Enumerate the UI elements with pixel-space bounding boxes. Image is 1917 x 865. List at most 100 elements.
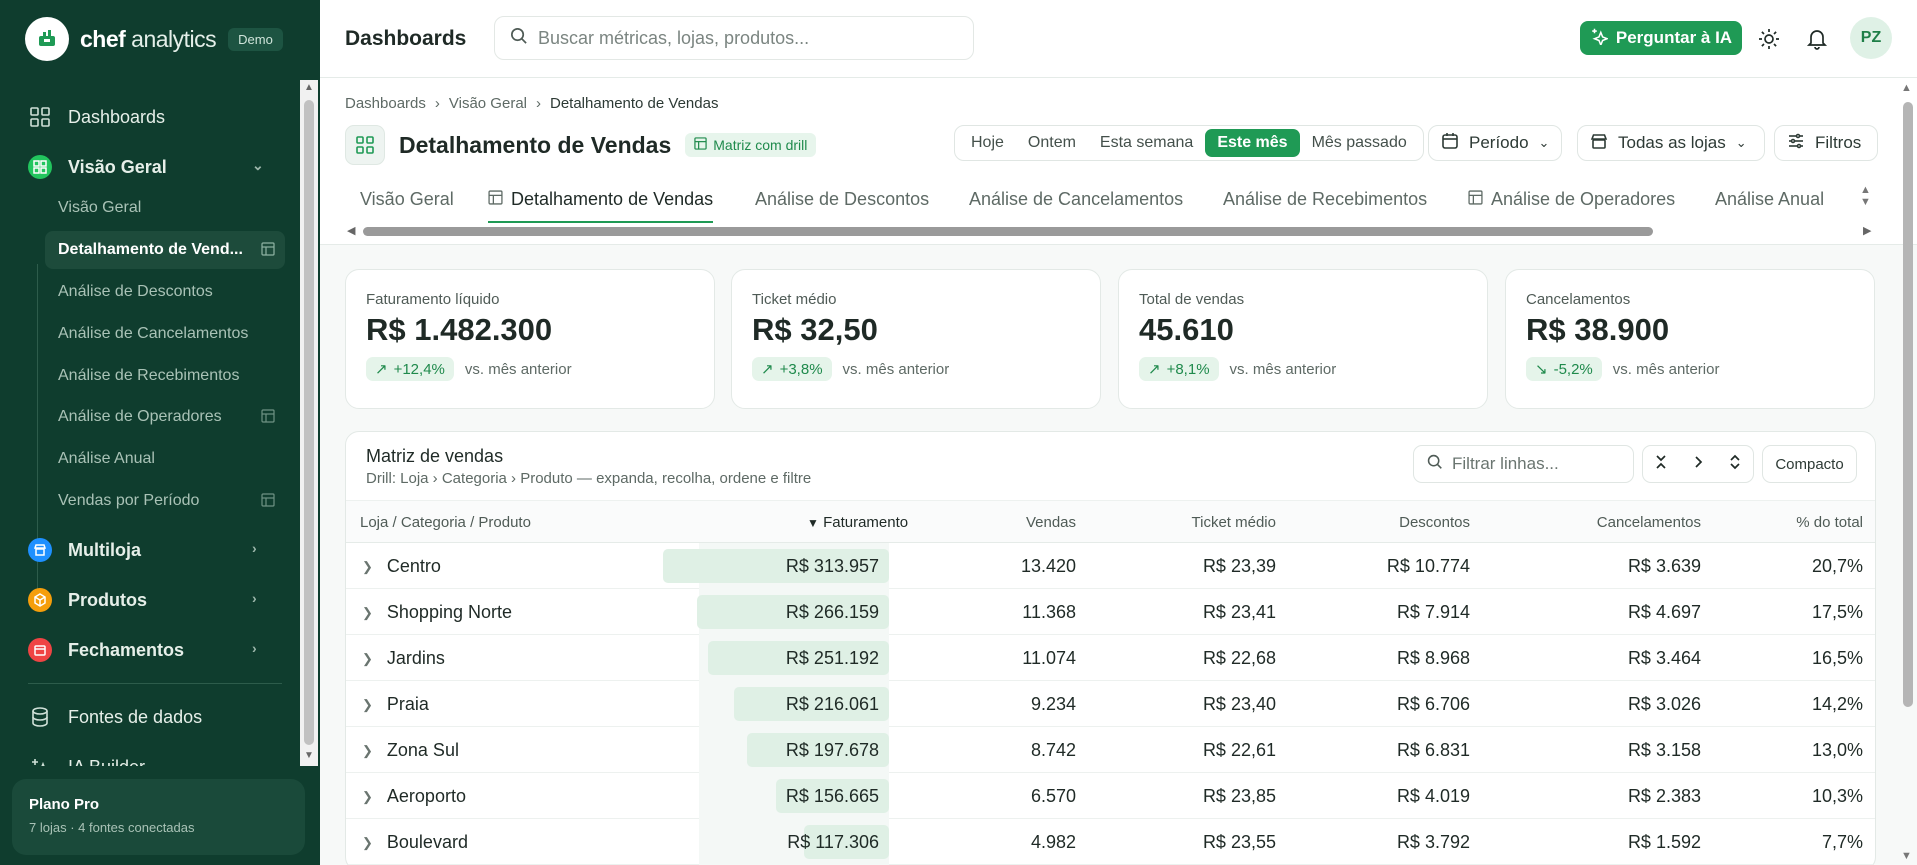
sidebar-subitem-visao-geral[interactable]: Visão Geral — [45, 189, 285, 227]
tab-cancelamentos[interactable]: Análise de Cancelamentos — [969, 176, 1183, 222]
user-avatar[interactable]: PZ — [1850, 17, 1892, 59]
scroll-up-icon[interactable]: ▲ — [304, 82, 314, 93]
demo-badge: Demo — [228, 27, 283, 51]
period-this-month[interactable]: Este mês — [1205, 129, 1300, 157]
tab-anual[interactable]: Análise Anual — [1715, 176, 1824, 222]
nav-label: Produtos — [68, 589, 147, 610]
scroll-down-icon[interactable]: ▼ — [1901, 850, 1912, 862]
expand-all-icon[interactable] — [1727, 454, 1743, 475]
tab-operadores[interactable]: Análise de Operadores — [1468, 176, 1675, 222]
tabs-scroll-arrows[interactable]: ▲ ▼ — [1860, 184, 1871, 208]
row-name-cell[interactable]: ❯ Centro — [362, 556, 441, 577]
nav-item-fechamentos[interactable]: Fechamentos › — [28, 630, 257, 670]
compact-button[interactable]: Compacto — [1762, 445, 1857, 483]
table-row[interactable]: ❯ Praia R$ 216.061 9.234 R$ 23,40 R$ 6.706 R$ … — [346, 681, 1875, 727]
breadcrumb-item[interactable]: Dashboards — [345, 95, 426, 112]
brand[interactable]: chef analytics Demo — [25, 17, 283, 61]
scrollbar-thumb[interactable] — [363, 227, 1653, 236]
nav-item-fontes[interactable]: Fontes de dados — [28, 697, 202, 737]
col-header-vendas[interactable]: Vendas — [1026, 514, 1076, 531]
kpi-delta-badge: ↗ +3,8% — [752, 357, 832, 381]
scroll-right-icon[interactable]: ▶ — [1863, 224, 1871, 237]
matrix-subtitle: Drill: Loja › Categoria › Produto — expa… — [366, 470, 812, 487]
table-row[interactable]: ❯ Zona Sul R$ 197.678 8.742 R$ 22,61 R$ 6.831… — [346, 727, 1875, 773]
global-search[interactable] — [494, 16, 974, 60]
search-input[interactable] — [538, 27, 958, 49]
period-last-month[interactable]: Mês passado — [1300, 129, 1419, 157]
sidebar-scrollbar[interactable]: ▲ ▼ — [300, 80, 318, 766]
scroll-left-icon[interactable]: ◀ — [347, 224, 355, 237]
cell-faturamento: R$ 251.192 — [785, 648, 879, 668]
nav-item-dashboards[interactable]: Dashboards — [28, 97, 165, 137]
period-dropdown[interactable]: Período ⌄ — [1428, 125, 1562, 161]
chevron-right-icon[interactable]: ❯ — [362, 743, 373, 759]
scrollbar-thumb[interactable] — [1903, 102, 1913, 707]
filters-button[interactable]: Filtros — [1774, 125, 1878, 161]
col-header-faturamento[interactable]: ▼ Faturamento — [807, 514, 908, 531]
theme-toggle-sun-icon[interactable] — [1757, 27, 1781, 51]
main-vertical-scrollbar[interactable]: ▲ ▼ — [1897, 78, 1917, 865]
sidebar-subitem-vendas-periodo[interactable]: Vendas por Período — [45, 482, 285, 520]
chevron-right-icon[interactable]: ❯ — [362, 789, 373, 805]
row-name-cell[interactable]: ❯ Zona Sul — [362, 740, 459, 761]
cell-faturamento: R$ 216.061 — [785, 694, 879, 714]
table-row[interactable]: ❯ Centro R$ 313.957 13.420 R$ 23,39 R$ 10.774… — [346, 543, 1875, 589]
sidebar-subitem-recebimentos[interactable]: Análise de Recebimentos — [45, 357, 285, 395]
nav-item-visao-geral[interactable]: Visão Geral ⌄ — [28, 147, 264, 187]
col-header-descontos[interactable]: Descontos — [1399, 514, 1470, 531]
bell-icon[interactable] — [1805, 27, 1829, 51]
scroll-up-icon[interactable]: ▲ — [1901, 82, 1912, 94]
row-name-cell[interactable]: ❯ Shopping Norte — [362, 602, 512, 623]
chevron-right-icon[interactable]: ❯ — [362, 697, 373, 713]
tab-recebimentos[interactable]: Análise de Recebimentos — [1223, 176, 1427, 222]
stores-dropdown[interactable]: Todas as lojas ⌄ — [1577, 125, 1765, 161]
row-name-cell[interactable]: ❯ Boulevard — [362, 832, 468, 853]
col-header-cancelamentos[interactable]: Cancelamentos — [1597, 514, 1701, 531]
plan-card[interactable]: Plano Pro 7 lojas · 4 fontes conectadas — [12, 779, 305, 855]
nav-label: Fontes de dados — [68, 706, 203, 727]
col-header-loja[interactable]: Loja / Categoria / Produto — [360, 514, 531, 531]
cell-ticket: R$ 23,85 — [1202, 786, 1276, 806]
chevron-right-icon[interactable]: ❯ — [362, 559, 373, 575]
row-filter-input[interactable]: Filtrar linhas... — [1413, 445, 1634, 483]
chevron-right-icon[interactable]: ❯ — [362, 605, 373, 621]
scrollbar-thumb[interactable] — [304, 100, 314, 745]
nav-item-ia-builder[interactable]: IA Builder — [28, 747, 145, 766]
breadcrumb-item[interactable]: Visão Geral — [449, 95, 527, 112]
nav-item-multiloja[interactable]: Multiloja › — [28, 530, 257, 570]
period-this-week[interactable]: Esta semana — [1088, 129, 1205, 157]
table-icon — [261, 493, 275, 512]
chevron-right-icon[interactable]: ❯ — [362, 651, 373, 667]
col-header-pct[interactable]: % do total — [1796, 514, 1863, 531]
collapse-all-icon[interactable] — [1653, 454, 1669, 475]
period-today[interactable]: Hoje — [959, 129, 1016, 157]
scroll-down-icon[interactable]: ▼ — [304, 750, 314, 761]
sidebar: chef analytics Demo Dashboards Visão Ger… — [0, 0, 320, 865]
ask-ai-button[interactable]: Perguntar à IA — [1580, 21, 1742, 55]
row-name-cell[interactable]: ❯ Aeroporto — [362, 786, 466, 807]
tab-detalhamento-vendas[interactable]: Detalhamento de Vendas — [488, 176, 714, 223]
table-row[interactable]: ❯ Shopping Norte R$ 266.159 11.368 R$ 23,41 R… — [346, 589, 1875, 635]
sidebar-subitem-detalhamento[interactable]: Detalhamento de Vend... — [45, 231, 285, 269]
chevron-right-icon[interactable]: ❯ — [362, 835, 373, 851]
nav-item-produtos[interactable]: Produtos › — [28, 580, 257, 620]
nav-label: Dashboards — [68, 106, 166, 127]
kpi-delta-badge: ↗ +8,1% — [1139, 357, 1219, 381]
tab-visao-geral[interactable]: Visão Geral — [360, 176, 454, 222]
sidebar-subitem-anual[interactable]: Análise Anual — [45, 440, 285, 478]
table-row[interactable]: ❯ Aeroporto R$ 156.665 6.570 R$ 23,85 R$ 4.01… — [346, 773, 1875, 819]
tab-descontos[interactable]: Análise de Descontos — [755, 176, 929, 222]
table-row[interactable]: ❯ Jardins R$ 251.192 11.074 R$ 22,68 R$ 8.968… — [346, 635, 1875, 681]
cell-ticket: R$ 23,41 — [1202, 602, 1276, 622]
tabs-horizontal-scrollbar[interactable]: ◀ ▶ — [345, 224, 1877, 238]
table-row[interactable]: ❯ Boulevard R$ 117.306 4.982 R$ 23,55 R$ 3.79… — [346, 819, 1875, 865]
row-name-cell[interactable]: ❯ Praia — [362, 694, 429, 715]
chevron-right-icon[interactable] — [1690, 454, 1706, 475]
sidebar-subitem-cancelamentos[interactable]: Análise de Cancelamentos — [45, 315, 285, 353]
row-name-cell[interactable]: ❯ Jardins — [362, 648, 445, 669]
sidebar-subitem-descontos[interactable]: Análise de Descontos — [45, 273, 285, 311]
period-yesterday[interactable]: Ontem — [1016, 129, 1088, 157]
sidebar-subitem-operadores[interactable]: Análise de Operadores — [45, 398, 285, 436]
col-header-ticket[interactable]: Ticket médio — [1192, 514, 1276, 531]
kpi-card-ticket: Ticket médio R$ 32,50 ↗ +3,8% vs. mês ante… — [731, 269, 1101, 409]
